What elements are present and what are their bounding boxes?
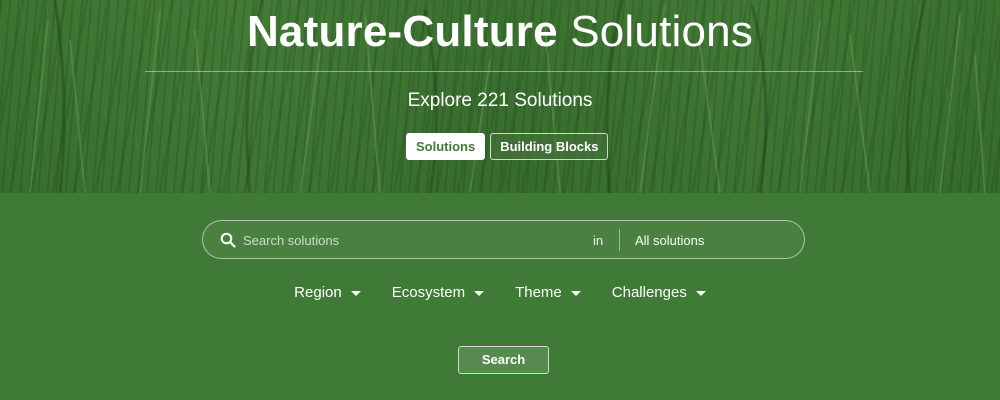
filter-ecosystem[interactable]: Ecosystem [391, 284, 485, 302]
filter-ecosystem-label: Ecosystem [391, 284, 466, 301]
catalog-tabs: Solutions Building Blocks [406, 133, 609, 160]
caret-down-icon [695, 290, 706, 296]
page-title: Nature-Culture Solutions [0, 8, 1000, 56]
filter-region[interactable]: Region [294, 284, 361, 302]
hero-banner: Nature-Culture Solutions Explore 221 Sol… [0, 0, 1000, 193]
tab-building-blocks[interactable]: Building Blocks [490, 133, 609, 160]
search-divider [619, 229, 620, 251]
search-in-label: in [593, 233, 604, 248]
search-button[interactable]: Search [458, 346, 549, 374]
filter-challenges[interactable]: Challenges [612, 284, 706, 302]
caret-down-icon [570, 290, 581, 296]
tab-solutions[interactable]: Solutions [406, 133, 486, 160]
search-bar: in All solutions [202, 220, 805, 259]
page: Nature-Culture Solutions Explore 221 Sol… [0, 0, 1000, 400]
filter-theme[interactable]: Theme [515, 284, 581, 302]
filter-theme-label: Theme [515, 284, 562, 301]
filter-bar: Region Ecosystem Theme Challenges [0, 284, 1000, 302]
search-input[interactable] [243, 229, 543, 251]
filter-challenges-label: Challenges [611, 284, 687, 301]
page-title-bold: Nature-Culture [246, 7, 558, 56]
search-icon[interactable] [220, 232, 236, 248]
caret-down-icon [474, 290, 485, 296]
page-title-light: Solutions [570, 7, 754, 56]
solutions-count-subtitle: Explore 221 Solutions [407, 90, 593, 111]
title-divider [145, 71, 863, 72]
filter-region-label: Region [294, 284, 342, 301]
search-scope-select[interactable]: All solutions [635, 233, 704, 248]
caret-down-icon [350, 290, 361, 296]
